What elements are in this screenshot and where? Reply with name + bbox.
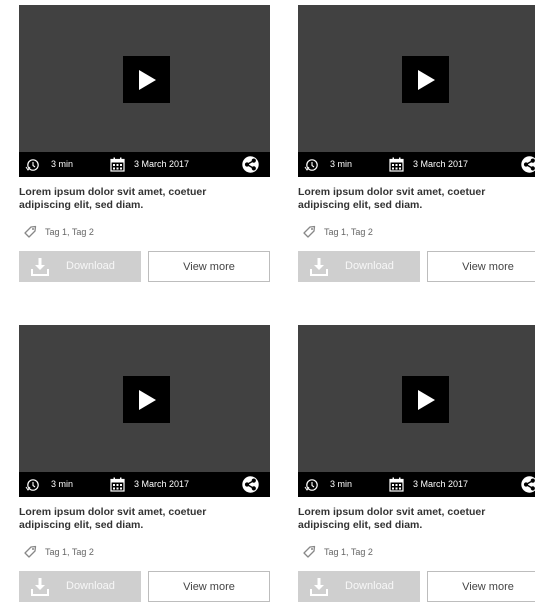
download-label: Download — [345, 580, 394, 592]
download-label: Download — [66, 580, 115, 592]
view-more-button[interactable]: View more — [148, 251, 270, 282]
download-label: Download — [66, 260, 115, 272]
download-icon — [310, 578, 328, 596]
video-date: 3 March 2017 — [413, 479, 469, 489]
download-label: Download — [345, 260, 394, 272]
tag-icon — [24, 545, 37, 558]
tag-icon — [303, 225, 316, 238]
view-more-button[interactable]: View more — [427, 251, 535, 282]
calendar-icon — [389, 477, 404, 492]
play-button[interactable] — [123, 56, 170, 103]
video-meta-bar: 3 min 3 March 2017 — [19, 472, 270, 497]
play-button[interactable] — [402, 56, 449, 103]
video-thumbnail[interactable]: 3 min 3 March 2017 — [19, 325, 270, 497]
card-actions: Download View more — [298, 251, 535, 282]
card-actions: Download View more — [298, 571, 535, 602]
tag-text[interactable]: Tag 1, Tag 2 — [45, 547, 94, 557]
download-icon — [31, 258, 49, 276]
share-icon[interactable] — [242, 156, 259, 173]
video-duration: 3 min — [330, 479, 353, 489]
play-button[interactable] — [402, 376, 449, 423]
video-date: 3 March 2017 — [413, 159, 469, 169]
tag-list: Tag 1, Tag 2 — [298, 225, 535, 239]
video-meta-bar: 3 min 3 March 2017 — [19, 152, 270, 177]
calendar-icon — [110, 477, 125, 492]
play-icon — [417, 69, 435, 90]
clock-icon — [25, 159, 39, 171]
download-button[interactable]: Download — [298, 251, 420, 282]
tag-list: Tag 1, Tag 2 — [298, 545, 535, 559]
clock-icon — [304, 159, 318, 171]
video-meta-bar: 3 min 3 March 2017 — [298, 472, 535, 497]
video-description: Lorem ipsum dolor svit amet, coetuer adi… — [298, 506, 486, 531]
view-more-button[interactable]: View more — [427, 571, 535, 602]
play-icon — [417, 389, 435, 410]
download-icon — [310, 258, 328, 276]
video-duration: 3 min — [51, 479, 74, 489]
video-date: 3 March 2017 — [134, 159, 190, 169]
video-meta-bar: 3 min 3 March 2017 — [298, 152, 535, 177]
clock-icon — [25, 479, 39, 491]
tag-text[interactable]: Tag 1, Tag 2 — [324, 547, 373, 557]
video-description: Lorem ipsum dolor svit amet, coetuer adi… — [298, 186, 486, 211]
download-button[interactable]: Download — [298, 571, 420, 602]
tag-icon — [24, 225, 37, 238]
video-card: 3 min 3 March 2017 Lorem ipsum dolor svi… — [19, 5, 270, 282]
video-card: 3 min 3 March 2017 Lorem ipsum dolor svi… — [298, 325, 535, 602]
download-button[interactable]: Download — [19, 251, 141, 282]
tag-text[interactable]: Tag 1, Tag 2 — [45, 227, 94, 237]
share-icon[interactable] — [242, 476, 259, 493]
calendar-icon — [110, 157, 125, 172]
card-actions: Download View more — [19, 251, 270, 282]
tag-list: Tag 1, Tag 2 — [19, 225, 270, 239]
card-actions: Download View more — [19, 571, 270, 602]
video-card: 3 min 3 March 2017 Lorem ipsum dolor svi… — [19, 325, 270, 602]
tag-text[interactable]: Tag 1, Tag 2 — [324, 227, 373, 237]
video-duration: 3 min — [51, 159, 74, 169]
download-icon — [31, 578, 49, 596]
calendar-icon — [389, 157, 404, 172]
play-icon — [138, 69, 156, 90]
video-description: Lorem ipsum dolor svit amet, coetuer adi… — [19, 506, 207, 531]
tag-list: Tag 1, Tag 2 — [19, 545, 270, 559]
clock-icon — [304, 479, 318, 491]
video-description: Lorem ipsum dolor svit amet, coetuer adi… — [19, 186, 207, 211]
video-card: 3 min 3 March 2017 Lorem ipsum dolor svi… — [298, 5, 535, 282]
play-icon — [138, 389, 156, 410]
share-icon[interactable] — [521, 476, 535, 493]
view-more-button[interactable]: View more — [148, 571, 270, 602]
share-icon[interactable] — [521, 156, 535, 173]
video-thumbnail[interactable]: 3 min 3 March 2017 — [298, 5, 535, 177]
video-thumbnail[interactable]: 3 min 3 March 2017 — [298, 325, 535, 497]
video-thumbnail[interactable]: 3 min 3 March 2017 — [19, 5, 270, 177]
video-date: 3 March 2017 — [134, 479, 190, 489]
download-button[interactable]: Download — [19, 571, 141, 602]
play-button[interactable] — [123, 376, 170, 423]
video-duration: 3 min — [330, 159, 353, 169]
tag-icon — [303, 545, 316, 558]
